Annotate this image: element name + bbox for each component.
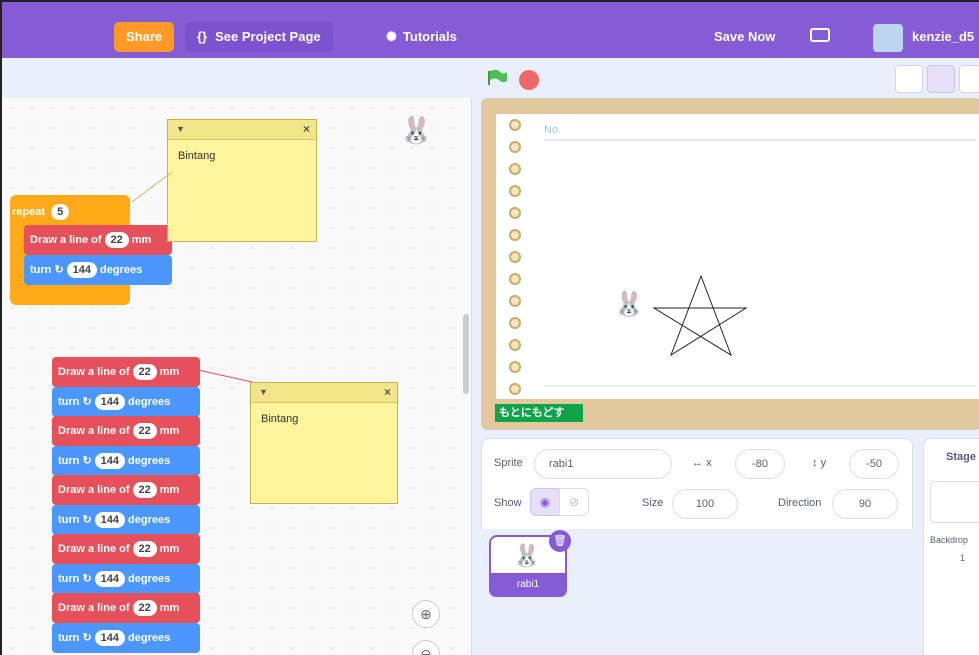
x-label: ↔ x	[692, 457, 712, 469]
green-flag-icon[interactable]	[487, 69, 509, 87]
stage-pane[interactable]: Stage Backdrop 1	[923, 438, 979, 655]
scratch-editor: san Share {}See Project Page ✺Tutorials …	[0, 0, 979, 655]
x-input[interactable]: -80	[735, 449, 785, 479]
normal-stage-button[interactable]	[927, 65, 955, 93]
direction-label: Direction	[778, 497, 822, 509]
direction-input[interactable]: 90	[832, 489, 898, 519]
stop-icon[interactable]	[519, 70, 539, 90]
small-stage-button[interactable]	[895, 65, 923, 93]
sprite-watermark-icon: 🐰	[400, 115, 433, 145]
stage-pane-title: Stage	[946, 451, 976, 463]
arrows-horizontal-icon: ↔	[692, 457, 703, 469]
rabbit-sprite-icon: 🐰	[614, 290, 644, 318]
zoom-in-button[interactable]: ⊕	[412, 600, 440, 628]
y-label: ↕ y	[812, 457, 827, 469]
stage-drawing: 🐰	[544, 139, 976, 387]
trash-icon[interactable]: 🗑	[549, 530, 571, 552]
backdrops-label: Backdrop	[930, 535, 969, 545]
sprite-name-input[interactable]: rabi1	[534, 449, 672, 479]
hide-eye-icon[interactable]: ⊘	[559, 488, 589, 516]
sprite-label: Sprite	[494, 457, 523, 469]
fullscreen-button[interactable]	[959, 65, 979, 93]
arrows-vertical-icon: ↕	[812, 457, 818, 469]
sprite-thumbnail-label: rabi1	[489, 573, 567, 597]
reset-button[interactable]: もとにもどす	[495, 404, 583, 422]
show-label: Show	[494, 497, 522, 509]
show-eye-icon[interactable]: ◉	[530, 488, 560, 516]
backdrops-count: 1	[960, 553, 966, 563]
size-input[interactable]: 100	[672, 489, 738, 519]
stage-thumbnail[interactable]	[930, 481, 979, 523]
rabbit-sprite-icon: 🐰	[513, 543, 541, 568]
size-label: Size	[642, 497, 664, 509]
y-input[interactable]: -50	[849, 449, 899, 479]
